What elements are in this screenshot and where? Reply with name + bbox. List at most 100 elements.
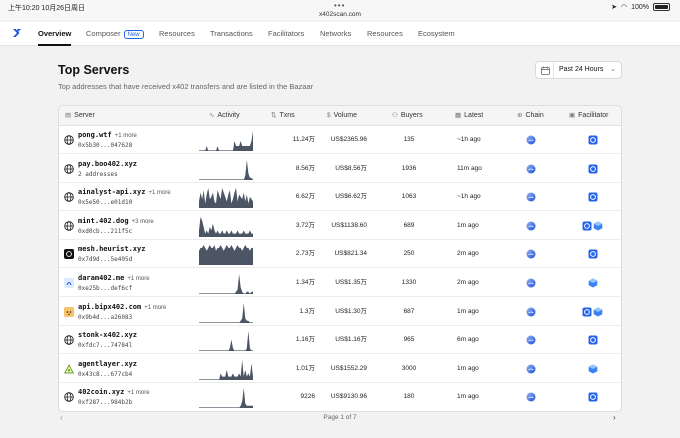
next-page-button[interactable]: › [613,413,616,422]
table-row[interactable]: ainalyst-api.xyz +1 more 0x5e50...e01d10 … [59,183,621,212]
txns-value: 3.72万 [295,221,315,229]
col-facilitator[interactable]: ▣ Facilitator [569,106,609,126]
status-indicators: ➤ ◠ 100% [611,3,670,11]
server-name-link[interactable]: daram402.me +1 more [78,274,150,282]
buyers-value: 3000 [401,364,417,372]
col-chain[interactable]: ⊕ Chain [517,106,544,126]
tab-resources[interactable]: Resources [159,22,195,46]
table-row[interactable]: pong.wtf +1 more 0x5b30...047628 11.24万 U… [59,126,621,154]
mesh-logo-icon [64,249,74,260]
table-row[interactable]: api.bipx402.com +1 more 0x9b4d...a26083 1… [59,298,621,326]
triangle-logo-icon [64,364,74,374]
more-addresses[interactable]: +1 more [144,305,166,311]
time-range-select[interactable]: Past 24 Hours ⌄ [535,61,622,79]
calendar-icon: ▦ [455,112,462,119]
server-name-link[interactable]: stonk-x402.xyz [78,331,140,339]
activity-sparkline [199,302,253,323]
volume-value: US$1138.60 [331,221,367,229]
tab-ecosystem[interactable]: Ecosystem [418,22,455,46]
globe-icon [64,221,74,231]
sparkline-area [199,302,253,323]
latest-value: 1m ago [457,221,479,229]
wifi-icon: ◠ [620,4,628,11]
latest-value: 1m ago [457,307,479,315]
volume-value: US$1.35万 [335,279,367,286]
more-addresses[interactable]: +1 more [148,190,170,196]
latest-value: ~1h ago [457,193,481,201]
more-addresses[interactable]: +3 more [132,219,154,225]
server-name-link[interactable]: ainalyst-api.xyz +1 more [78,188,171,196]
location-icon: ➤ [611,4,617,11]
server-name-link[interactable]: pay.boo402.xyz [78,160,140,168]
server-name-link[interactable]: pong.wtf +1 more [78,131,137,139]
facilitator-coinbase-icon[interactable] [582,307,592,317]
more-addresses[interactable]: +1 more [115,133,137,139]
shiba-icon [64,306,74,317]
facilitator-coinbase-icon[interactable] [588,135,598,145]
facilitator-coinbase-icon[interactable] [588,164,598,174]
tab-facilitators[interactable]: Facilitators [268,22,304,46]
server-name: pay.boo402.xyz [78,159,138,168]
table-row[interactable]: mint.402.dog +3 more 0xd0cb...211f5c 3.72… [59,212,621,240]
base-chain-icon [526,164,536,174]
server-address: 0xf287...984b2b [78,399,133,407]
tab-transactions[interactable]: Transactions [210,22,253,46]
x402scan-logo-icon[interactable] [12,28,22,38]
globe-icon [64,163,74,174]
latest-value: 2m ago [457,279,479,286]
txns-value: 8.56万 [295,164,315,172]
globe-icon [64,335,74,345]
facilitator-coinbase-icon[interactable] [588,192,598,202]
volume-value: US$821.34 [334,250,367,258]
facilitator-cube-icon[interactable] [588,364,598,374]
table-row[interactable]: stonk-x402.xyz 0xfdc7...74784l 1.16万 US$… [59,326,621,355]
facilitator-cube-icon[interactable] [593,221,603,231]
server-name-link[interactable]: mesh.heurist.xyz [78,245,148,253]
activity-sparkline [199,188,253,209]
table-row[interactable]: daram402.me +1 more 0xe25b...def6cf 1.34万… [59,269,621,297]
sparkline-area [199,216,253,237]
volume-value: US$6.62万 [335,193,367,201]
facilitator-coinbase-icon[interactable] [588,335,598,345]
volume-value: US$9130.96 [330,393,367,401]
table-row[interactable]: mesh.heurist.xyz 0x7d9d...5e405d 2.73万 U… [59,240,621,269]
sparkline-area [199,274,253,294]
table-row[interactable]: pay.boo402.xyz 2 addresses 8.56万 US$8.56… [59,155,621,183]
more-addresses[interactable]: +1 more [127,276,149,282]
status-bar: 上午10:20 10月26日周日 ••• x402scan.com ➤ ◠ 10… [0,0,680,20]
server-address: 0xd0cb...211f5c [78,227,133,235]
server-name: mint.402.dog [78,216,129,225]
server-name-link[interactable]: mint.402.dog +3 more [78,217,154,225]
tab-overview[interactable]: Overview [38,22,72,46]
server-name: pong.wtf [78,131,112,139]
server-name-link[interactable]: 402coin.xyz +1 more [78,388,150,396]
tab-networks[interactable]: Networks [320,22,351,46]
sparkline-area [199,188,253,209]
server-name-link[interactable]: agentlayer.xyz [78,360,140,368]
col-txns[interactable]: ⇅ Txns [271,106,295,126]
server-name-link[interactable]: api.bipx402.com +1 more [78,303,166,311]
sparkline-area [199,388,253,409]
facilitator-coinbase-icon[interactable] [588,249,598,259]
table-row[interactable]: agentlayer.xyz 0x43c8...677cb4 1.01万 US$… [59,355,621,383]
link-icon: ⊕ [517,112,523,119]
more-dots-icon[interactable]: ••• [334,1,345,10]
facilitator-coinbase-icon[interactable] [582,221,592,231]
more-addresses[interactable]: +1 more [127,390,149,396]
col-server[interactable]: ▤ Server [65,106,95,126]
tab-composer[interactable]: Composer New [86,22,144,46]
facilitator-cube-icon[interactable] [588,278,598,288]
col-activity[interactable]: ∿ Activity [209,106,240,126]
facilitator-coinbase-icon[interactable] [588,392,598,402]
server-address: 0x7d9d...5e405d [78,256,133,264]
url-label[interactable]: x402scan.com [0,11,680,18]
volume-value: US$8.56万 [335,164,367,172]
table-row[interactable]: 402coin.xyz +1 more 0xf287...984b2b 9226 … [59,383,621,411]
server-address: 0x5b30...047628 [78,142,133,149]
col-buyers[interactable]: ⚇ Buyers [392,106,423,126]
col-volume[interactable]: $ Volume [327,106,357,126]
base-chain-icon [526,307,536,317]
tab-resources-2[interactable]: Resources [367,22,403,46]
col-latest[interactable]: ▦ Latest [455,106,483,126]
facilitator-cube-icon[interactable] [593,307,603,317]
